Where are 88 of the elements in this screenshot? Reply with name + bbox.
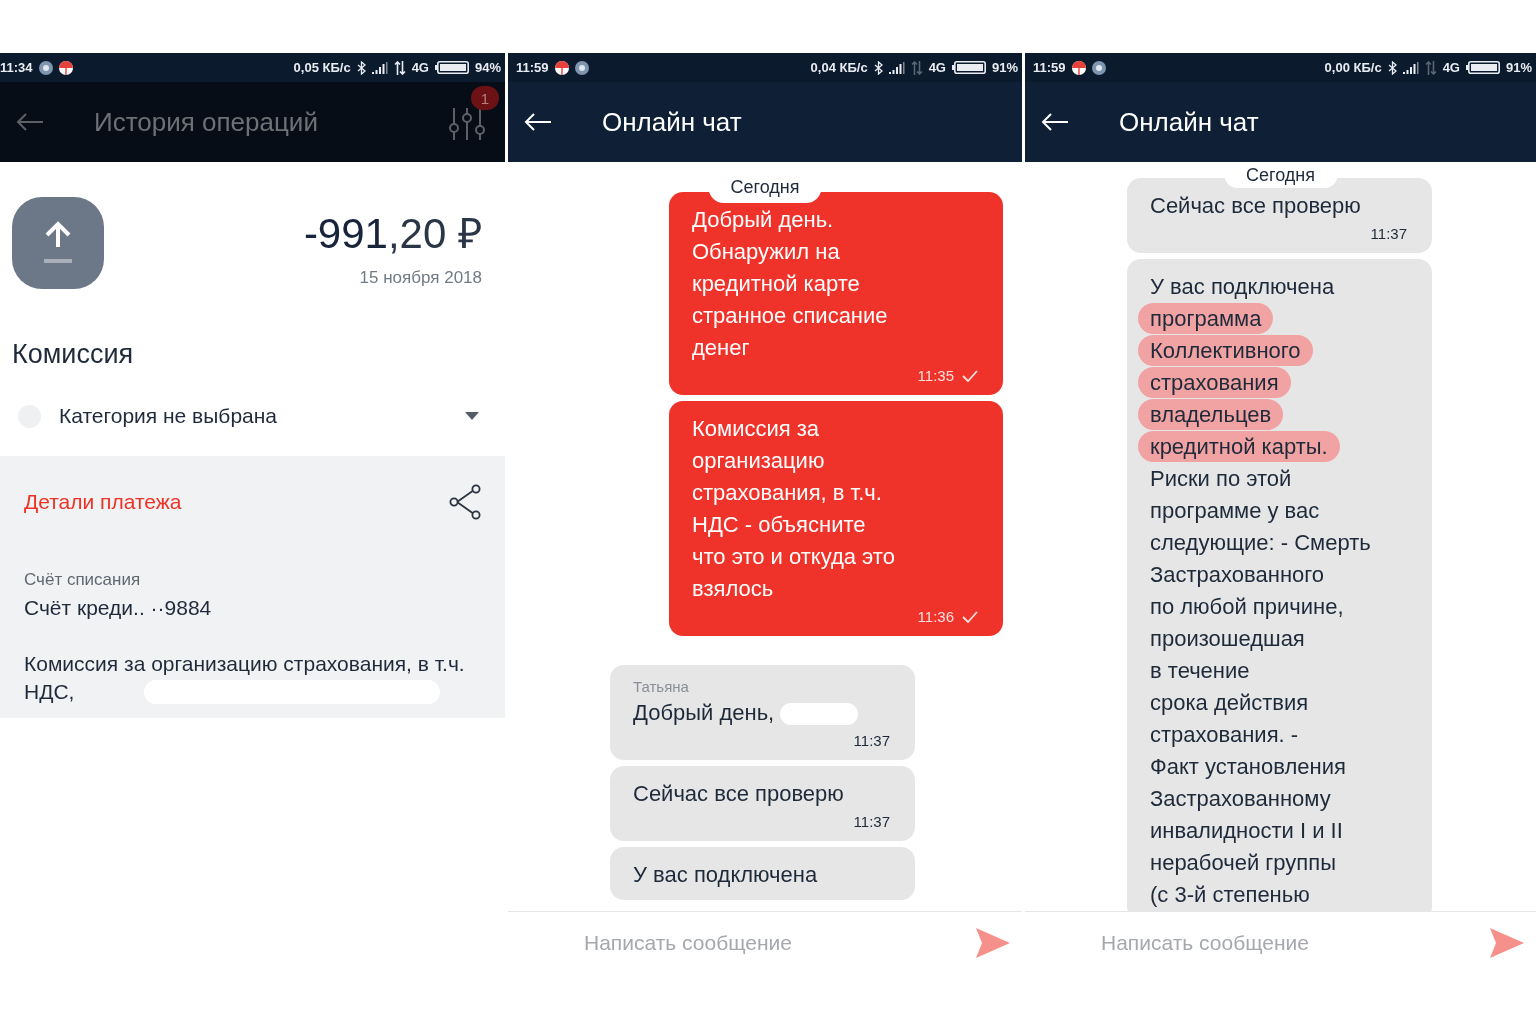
message-text: страхования. -: [1150, 722, 1299, 747]
notification-badge: 1: [471, 86, 499, 110]
message-time: 11:37: [1370, 224, 1407, 244]
battery-icon: [434, 61, 469, 74]
message-text: организацию: [692, 448, 825, 473]
message-text: У вас подключена: [633, 862, 818, 887]
battery-percent: 94%: [474, 60, 501, 75]
circle-flag-icon: [58, 60, 73, 75]
message-text: Сейчас все проверю: [633, 781, 844, 806]
screen-title: Онлайн чат: [1119, 106, 1260, 138]
share-icon[interactable]: [449, 484, 481, 520]
message-text: программе у вас: [1150, 498, 1320, 523]
send-icon[interactable]: [976, 928, 1010, 958]
network-type: 4G: [1442, 60, 1460, 75]
network-type: 4G: [411, 60, 429, 75]
message-text: денег: [692, 335, 750, 360]
highlighted-text: страхования: [1138, 367, 1291, 398]
signal-icon: [888, 61, 905, 74]
message-text: Риски по этой: [1150, 466, 1292, 491]
message-input[interactable]: Написать сообщение: [582, 930, 976, 956]
message-text: Сейчас все проверю: [1150, 193, 1361, 218]
field-label: Счёт списания: [24, 570, 142, 590]
operation-title: Комиссия: [11, 338, 135, 370]
signal-icon: [371, 61, 388, 74]
highlighted-text: программа: [1138, 303, 1274, 334]
highlighted-text: владельцев: [1138, 399, 1284, 430]
bluetooth-icon: [356, 60, 366, 75]
circle-flag-icon: [1071, 60, 1086, 75]
bluetooth-icon: [873, 60, 883, 75]
details-title: Детали платежа: [24, 490, 182, 514]
message-text: срока действия: [1150, 690, 1309, 715]
message-text: кредитной карте: [692, 271, 860, 296]
status-time: 11:59: [1033, 60, 1066, 75]
message-text: странное списание: [692, 303, 888, 328]
highlighted-text: кредитной карты.: [1138, 431, 1340, 462]
message-text: Добрый день,: [633, 700, 775, 725]
network-speed: 0,05 КБ/с: [293, 60, 351, 75]
message-text: по любой причине,: [1150, 594, 1344, 619]
category-label: Категория не выбрана: [59, 404, 279, 428]
message-text: Обнаружил на: [692, 239, 840, 264]
gear-icon: [38, 60, 53, 75]
signal-icon: [1402, 61, 1419, 74]
message-text: НДС - объясните: [692, 512, 866, 537]
caret-icon: [465, 412, 479, 420]
category-dropdown[interactable]: Категория не выбрана: [0, 370, 505, 456]
message-text: взялось: [692, 576, 774, 601]
message-text: в течение: [1150, 658, 1250, 683]
send-icon[interactable]: [1490, 928, 1524, 958]
network-type: 4G: [928, 60, 946, 75]
circle-flag-icon: [554, 60, 569, 75]
gear-icon: [1091, 60, 1106, 75]
status-time: 11:34: [0, 60, 33, 75]
sender-name: Татьяна: [633, 677, 690, 697]
message-text: Добрый день.: [692, 207, 834, 232]
bluetooth-icon: [1387, 60, 1397, 75]
field-value: Счёт креди.. ··9884: [24, 596, 213, 620]
message-text: следующие: - Смерть: [1150, 530, 1371, 555]
gear-icon: [574, 60, 589, 75]
description-text: Комиссия за организацию страхования, в т.ч. НДС,: [24, 651, 466, 705]
battery-percent: 91%: [991, 60, 1018, 75]
operation-date: 15 ноября 2018: [358, 268, 482, 288]
message-time: 11:37: [853, 812, 890, 832]
message-time: 11:35: [917, 366, 954, 386]
battery-icon: [1465, 61, 1500, 74]
network-speed: 0,04 КБ/с: [810, 60, 868, 75]
message-text: Застрахованному: [1150, 786, 1331, 811]
status-time: 11:59: [516, 60, 549, 75]
screen-title: История операций: [94, 106, 319, 138]
message-text: Факт установления: [1150, 754, 1346, 779]
message-time: 11:36: [917, 607, 954, 627]
network-speed: 0,00 КБ/с: [1324, 60, 1382, 75]
message-text: (с 3-й степенью: [1150, 882, 1310, 907]
battery-percent: 91%: [1505, 60, 1532, 75]
amount-text: -991,20 ₽: [303, 209, 482, 259]
screen-title: Онлайн чат: [602, 106, 743, 138]
message-text: Комиссия за: [692, 416, 820, 441]
message-text: У вас подключена: [1150, 274, 1335, 299]
battery-icon: [951, 61, 986, 74]
message-text: инвалидности I и II: [1150, 818, 1343, 843]
message-text: нерабочей группы: [1150, 850, 1336, 875]
message-text: Застрахованного: [1150, 562, 1325, 587]
upload-arrow-icon: [43, 221, 73, 265]
message-text: произошедшая: [1150, 626, 1305, 651]
highlighted-text: Коллективного: [1138, 335, 1313, 366]
message-text: что это и откуда это: [692, 544, 895, 569]
message-input[interactable]: Написать сообщение: [1099, 930, 1490, 956]
message-text: страхования, в т.ч.: [692, 480, 882, 505]
message-time: 11:37: [853, 731, 890, 751]
